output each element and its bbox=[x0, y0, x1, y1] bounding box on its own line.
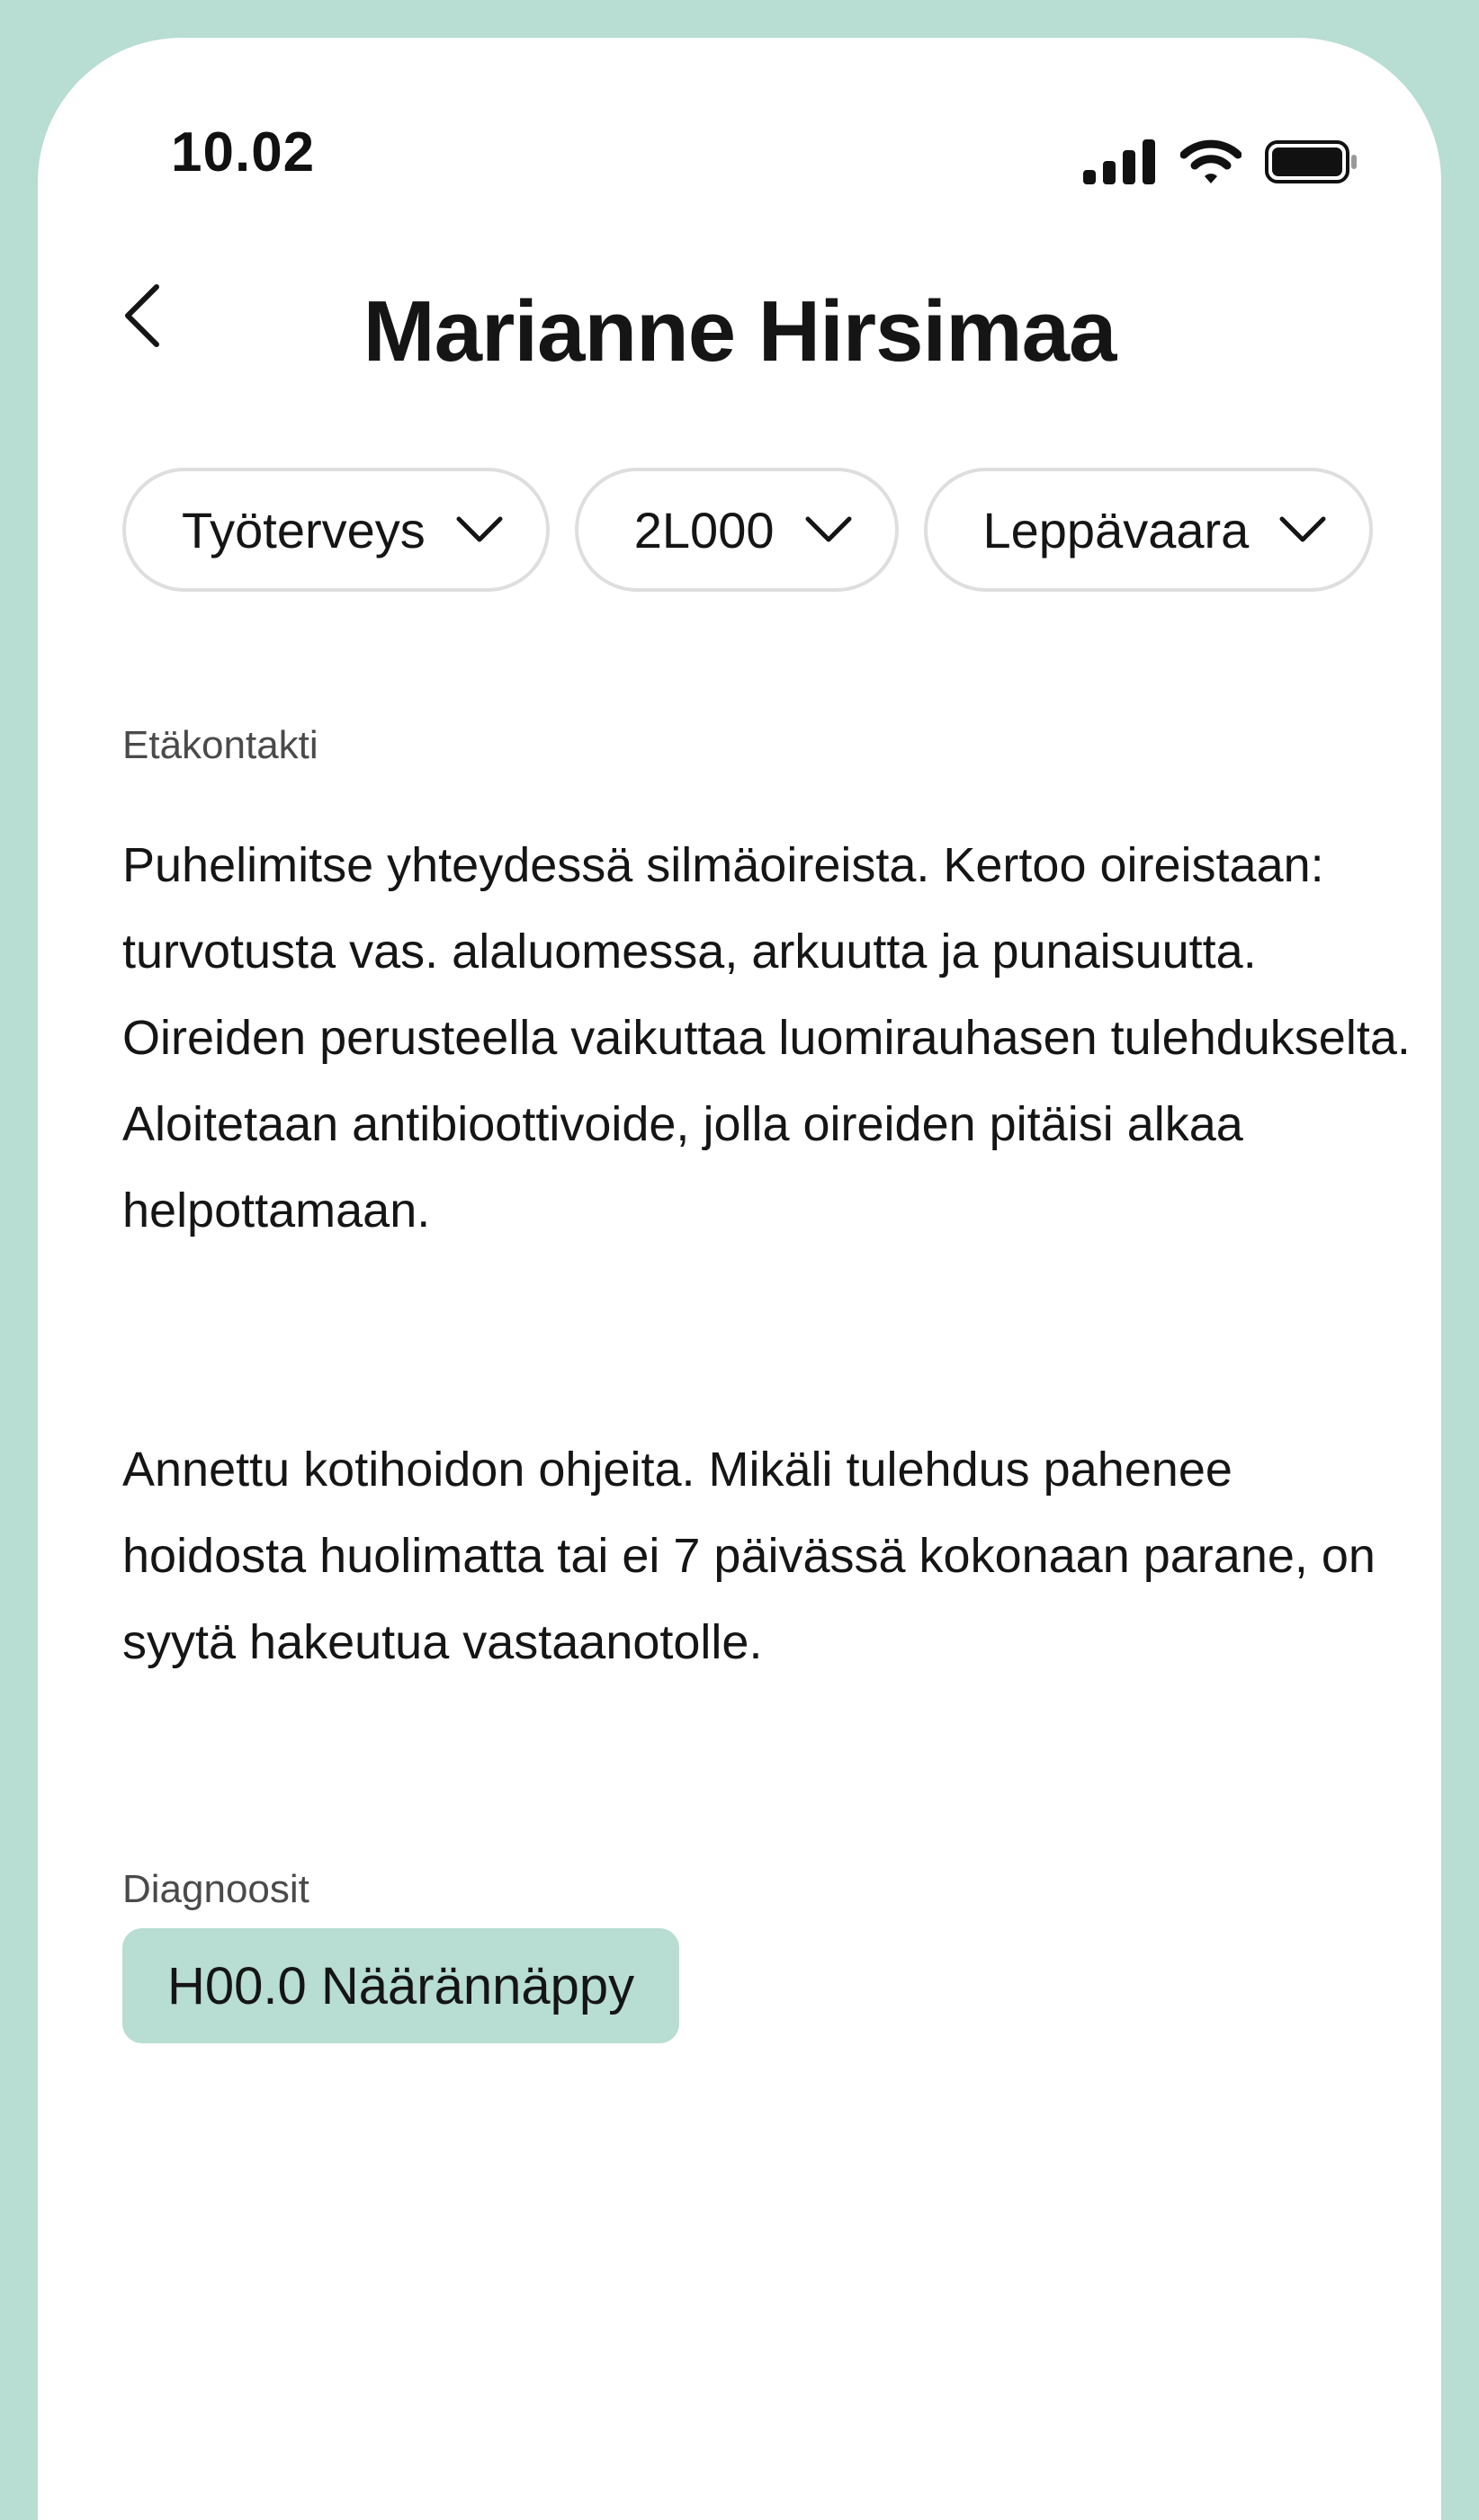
phone-frame: 10.02 Marianne Hirsimaa Työterveys 2L000… bbox=[0, 0, 1479, 2520]
battery-icon bbox=[1265, 139, 1358, 184]
cellular-signal-icon bbox=[1083, 139, 1157, 184]
chevron-down-icon bbox=[1279, 516, 1326, 543]
entry-paragraph: Annettu kotihoidon ohjeita. Mikäli tuleh… bbox=[122, 1443, 1376, 1669]
wifi-icon bbox=[1180, 139, 1241, 185]
status-time: 10.02 bbox=[171, 121, 316, 183]
filter-chip-label: Leppävaara bbox=[982, 501, 1250, 559]
filter-chip-service[interactable]: Työterveys bbox=[122, 468, 550, 592]
filter-chips: Työterveys 2L000 Leppävaara bbox=[122, 468, 1374, 592]
status-icons bbox=[1083, 135, 1358, 189]
filter-chip-label: Työterveys bbox=[182, 501, 426, 559]
diagnosis-tag: H00.0 Näärännäppy bbox=[122, 1928, 680, 2043]
filter-chip-code[interactable]: 2L000 bbox=[574, 468, 899, 592]
chevron-down-icon bbox=[456, 516, 503, 543]
page-title: Marianne Hirsimaa bbox=[363, 283, 1117, 380]
filter-chip-label: 2L000 bbox=[633, 501, 775, 559]
entry-type-label: Etäkontakti bbox=[122, 723, 318, 767]
filter-chip-location[interactable]: Leppävaara bbox=[923, 468, 1374, 592]
diagnoses-label: Diagnoosit bbox=[122, 1867, 309, 1911]
app-screen: 10.02 Marianne Hirsimaa Työterveys 2L000… bbox=[38, 38, 1441, 2520]
chevron-down-icon bbox=[805, 516, 852, 543]
entry-paragraph: Puhelimitse yhteydessä silmäoireista. Ke… bbox=[122, 838, 1411, 1238]
